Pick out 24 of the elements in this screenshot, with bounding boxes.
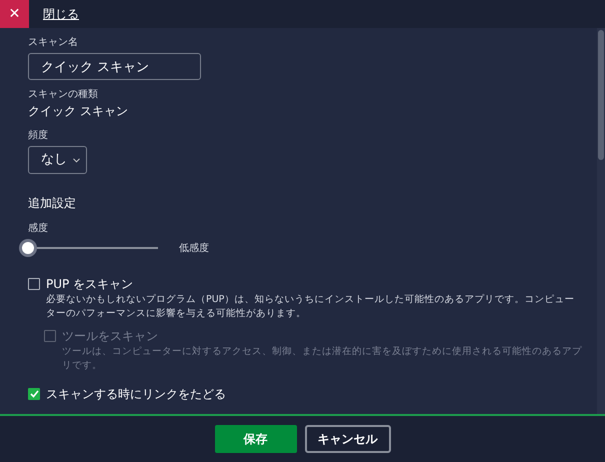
field-label: 頻度 [28,129,49,142]
scan-type-value: クイック スキャン [28,104,129,119]
checkbox-label: ツールをスキャン [62,328,158,345]
save-button[interactable]: 保存 [214,425,296,453]
scrollbar-drawing[interactable] [597,28,605,414]
checkbox[interactable] [28,278,40,290]
field-label: スキャンの種類 [28,88,99,101]
close-button[interactable]: ✕ [0,0,29,28]
option-description: ツールは、コンピューターに対するアクセス、制御、または潜在的に害を及ぼすために使用される可能性のあるアプリです。 [62,345,583,373]
scan-name-input[interactable]: クイック スキャン [28,53,201,80]
field-label: スキャン名 [28,36,79,49]
cancel-button[interactable]: キャンセル [304,425,390,453]
slider-reading: 低感度 [179,242,209,254]
slider-thumb[interactable] [19,239,37,257]
check-icon [30,390,38,398]
frequency-select[interactable]: なし [28,146,87,174]
checkbox[interactable] [28,388,40,400]
chevron-down-icon [73,158,80,162]
checkbox-label: スキャンする時にリンクをたどる [46,386,226,403]
slider-label: 感度 [28,222,49,235]
checkbox-label: PUP をスキャン [46,276,134,293]
option-description: 必要ないかもしれないプログラム（PUP）は、知らないうちにインストールした可能性のあるアプリです。コンピューターのパフォーマンスに影響を与える可能性があります。 [46,293,576,321]
close-link[interactable]: 閉じる [43,5,79,23]
section-title: 追加設定 [28,195,77,212]
